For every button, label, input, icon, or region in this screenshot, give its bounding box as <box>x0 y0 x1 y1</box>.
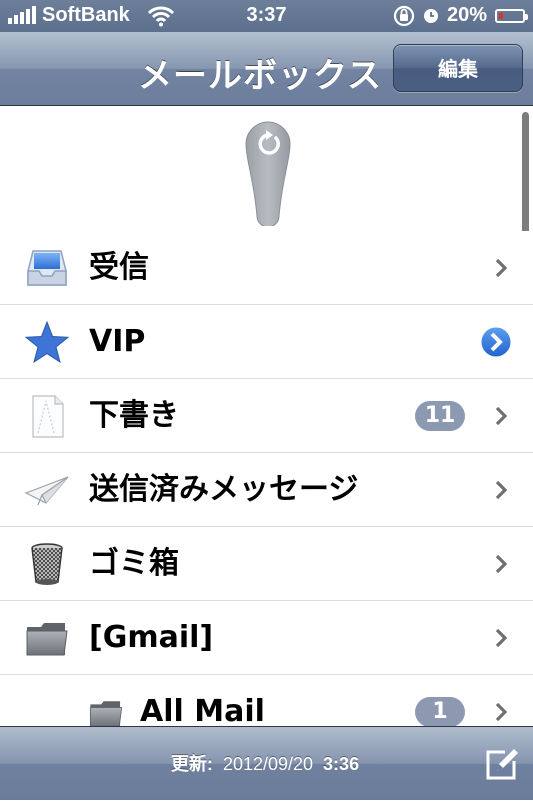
alarm-clock-icon <box>423 8 438 23</box>
refresh-icon[interactable] <box>244 120 292 226</box>
chevron-right-icon <box>495 406 507 426</box>
chevron-right-icon <box>495 554 507 574</box>
unread-count-badge: 11 <box>415 401 465 431</box>
chevron-right-icon <box>495 702 507 722</box>
navigation-bar: メールボックス 編集 <box>0 32 533 106</box>
chevron-right-icon <box>495 480 507 500</box>
mailbox-list: 受信 VIP 下書き 11 送信済みメッセージ ゴミ箱 [Gmail] All … <box>0 231 533 749</box>
updated-date: 2012/09/20 <box>222 754 314 774</box>
mailbox-label: 下書き <box>89 398 179 433</box>
chevron-right-icon <box>495 628 507 648</box>
unread-count-badge: 1 <box>415 697 465 727</box>
mailbox-row-inbox[interactable]: 受信 <box>0 231 533 305</box>
bottom-toolbar: 更新: 2012/09/20 3:36 <box>0 726 533 800</box>
status-bar: SoftBank 3:37 20% <box>0 0 533 32</box>
mailbox-row-drafts[interactable]: 下書き 11 <box>0 379 533 453</box>
disclosure-button-icon[interactable] <box>479 325 513 359</box>
compose-icon[interactable] <box>483 747 519 783</box>
battery-icon <box>495 8 528 23</box>
mailbox-row-sent[interactable]: 送信済みメッセージ <box>0 453 533 527</box>
chevron-right-icon <box>495 258 507 278</box>
folder-icon <box>26 623 68 656</box>
mailbox-label: 受信 <box>89 250 149 285</box>
page-title: メールボックス <box>138 56 382 96</box>
mailbox-label: VIP <box>89 324 146 359</box>
mailbox-label: [Gmail] <box>89 620 214 655</box>
mailbox-row-vip[interactable]: VIP <box>0 305 533 379</box>
star-icon <box>24 320 70 364</box>
updated-label: 更新: <box>170 754 213 774</box>
mailbox-row-gmail[interactable]: [Gmail] <box>0 601 533 675</box>
battery-percent: 20% <box>446 4 487 26</box>
updated-time: 3:36 <box>323 754 360 774</box>
mailbox-row-trash[interactable]: ゴミ箱 <box>0 527 533 601</box>
battery-fill <box>499 12 503 19</box>
mailbox-label: 送信済みメッセージ <box>89 472 359 507</box>
trash-icon <box>31 543 63 585</box>
orientation-lock-icon <box>393 5 415 26</box>
edit-button[interactable]: 編集 <box>393 44 523 92</box>
last-updated-status: 更新: 2012/09/20 3:36 <box>120 727 410 801</box>
status-right: 20% <box>393 4 528 27</box>
pull-to-refresh-area[interactable] <box>0 106 533 232</box>
mailbox-label: ゴミ箱 <box>89 546 179 581</box>
inbox-icon <box>27 250 67 286</box>
draft-icon <box>32 395 64 438</box>
sent-icon <box>24 476 69 506</box>
